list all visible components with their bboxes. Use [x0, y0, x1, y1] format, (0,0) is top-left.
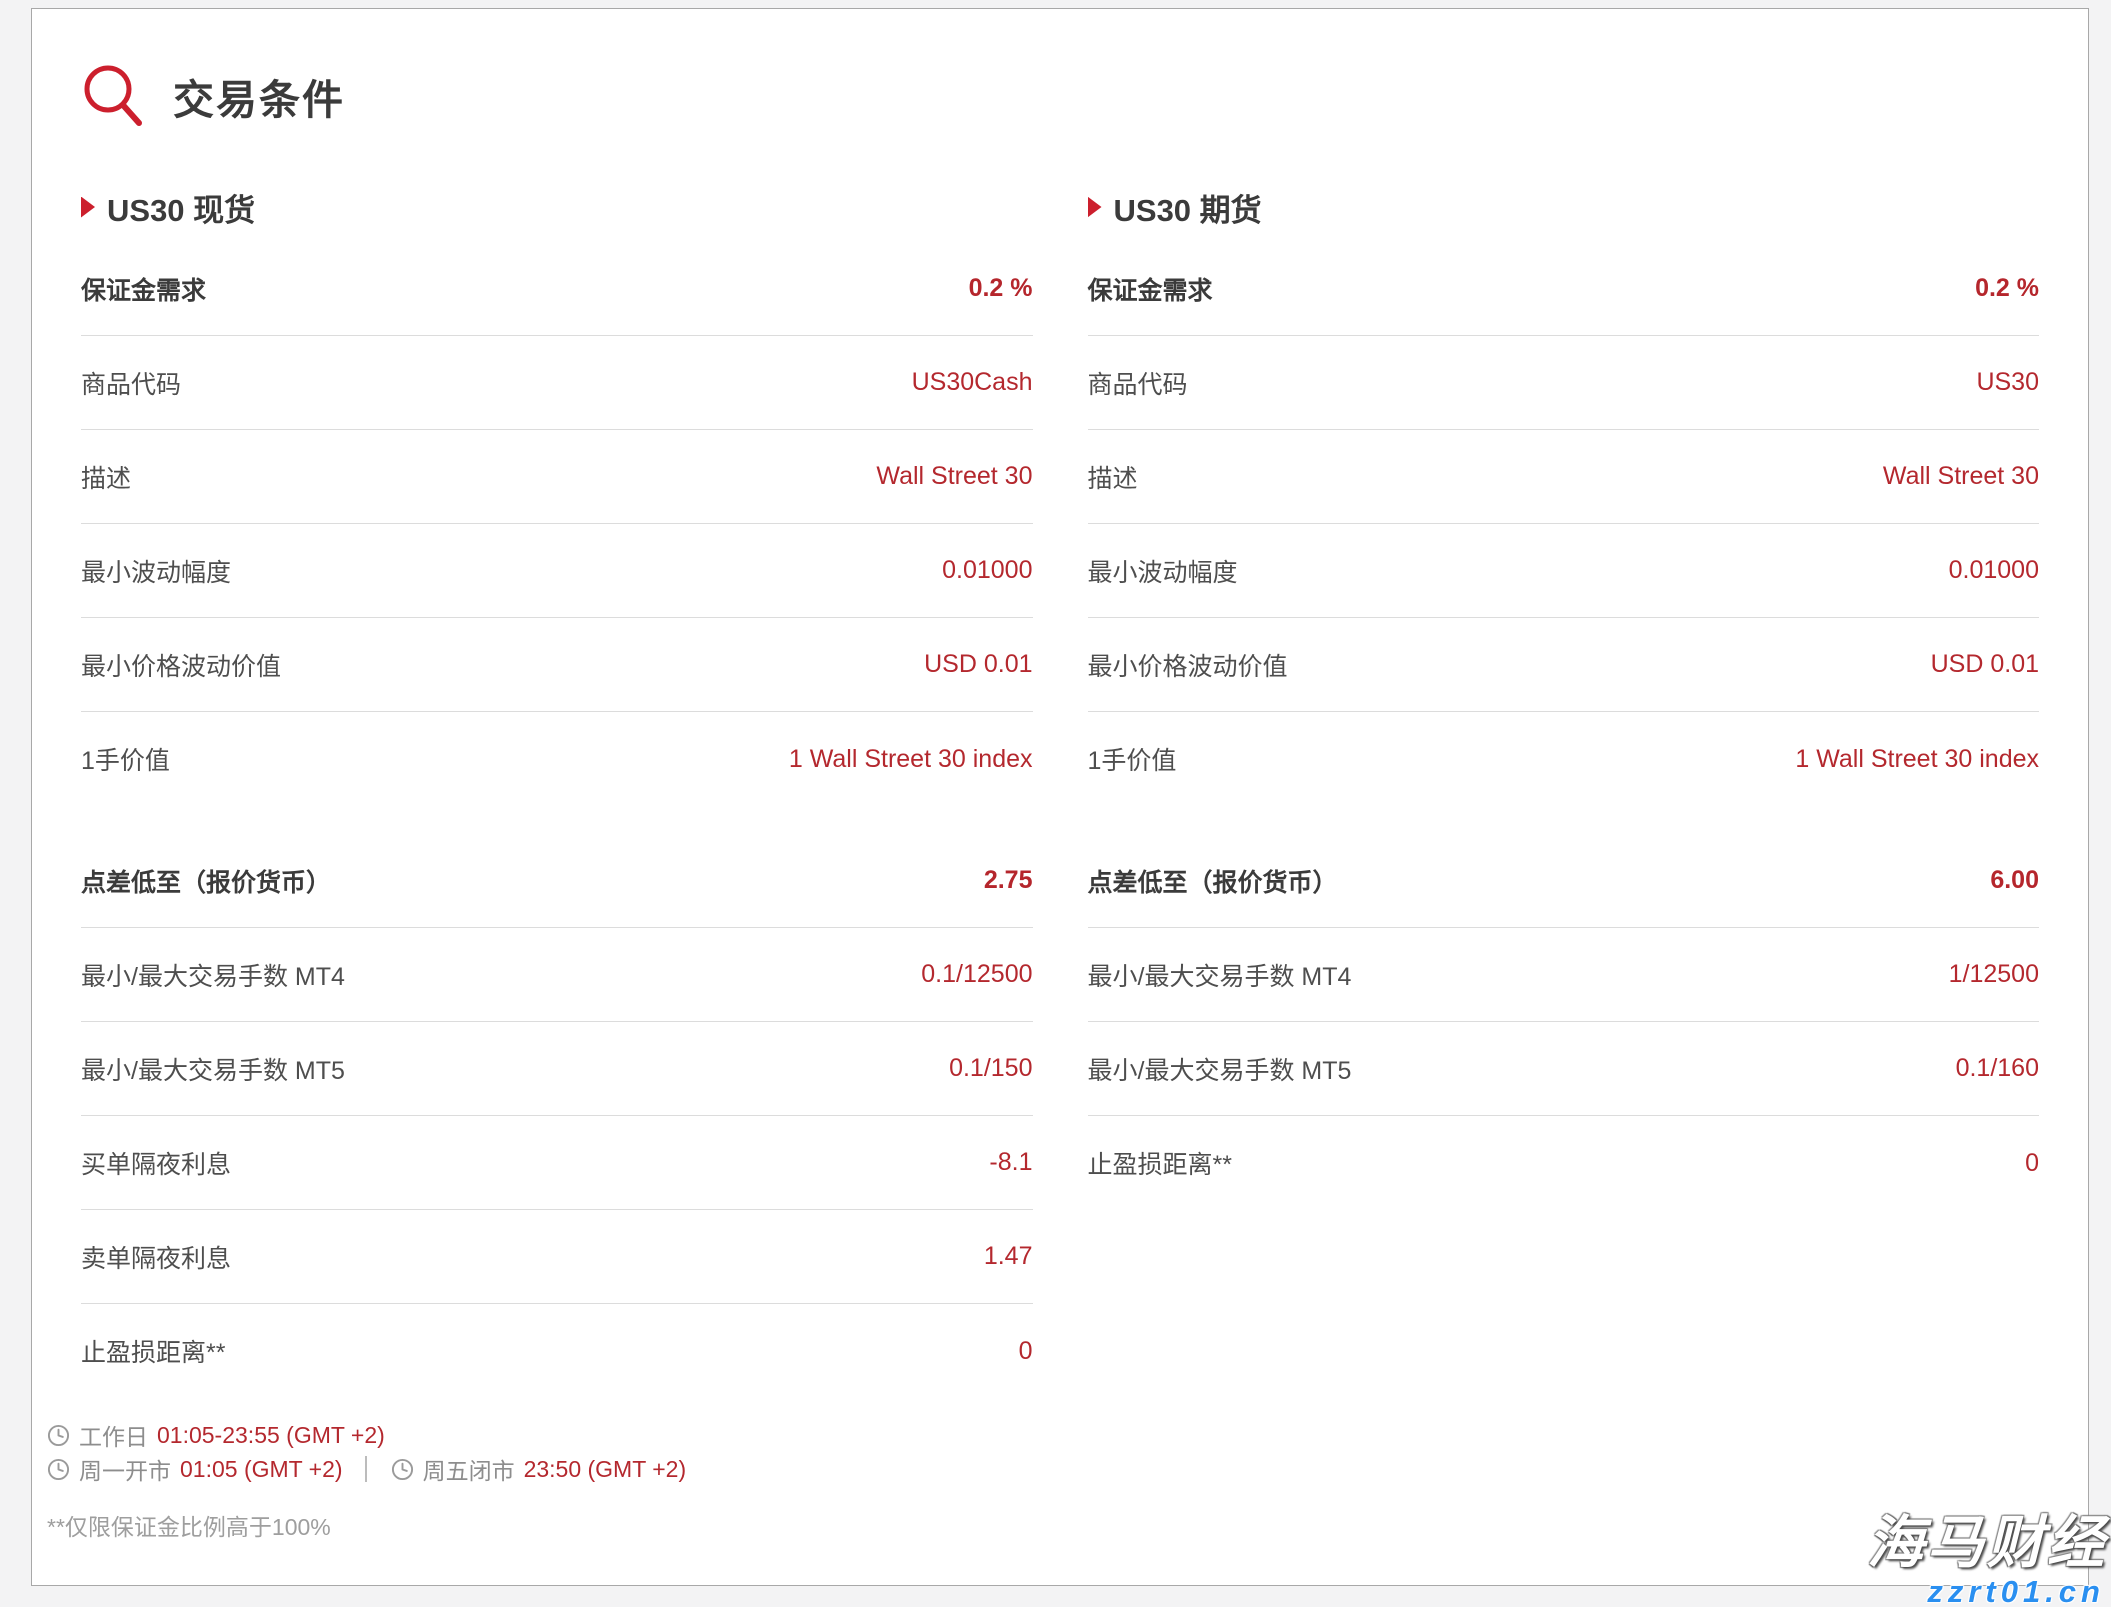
hours-label: 工作日 [79, 1418, 148, 1452]
table-row: 最小波动幅度 0.01000 [81, 524, 1033, 618]
row-label: 1手价值 [81, 741, 170, 777]
row-label: 止盈损距离** [81, 1333, 225, 1369]
search-icon [81, 61, 147, 131]
table-row: 买单隔夜利息 -8.1 [81, 1116, 1033, 1210]
table-row: 止盈损距离** 0 [1088, 1116, 2040, 1210]
row-label: 1手价值 [1088, 741, 1177, 777]
section-header-us30-spot[interactable]: US30 现货 [81, 185, 1033, 229]
row-value: 0 [2025, 1149, 2039, 1178]
row-label: 描述 [81, 459, 131, 495]
row-label: 买单隔夜利息 [81, 1145, 231, 1181]
hours-value: 01:05 (GMT +2) [180, 1456, 343, 1483]
section-header-us30-futures[interactable]: US30 期货 [1088, 185, 2040, 229]
row-value: 0.01000 [942, 556, 1032, 585]
clock-icon [391, 1458, 414, 1481]
row-value: 1 Wall Street 30 index [789, 745, 1033, 774]
table-row: 最小/最大交易手数 MT5 0.1/150 [81, 1022, 1033, 1116]
row-value: 1.47 [984, 1242, 1033, 1271]
trading-hours-line-2: 周一开市 01:05 (GMT +2) 周五闭市 23:50 (GMT +2) [47, 1452, 2088, 1486]
hours-label: 周五闭市 [423, 1452, 515, 1486]
table-row: 最小价格波动价值 USD 0.01 [81, 618, 1033, 712]
table-rows-us30-spot: 保证金需求 0.2 % 商品代码 US30Cash 描述 Wall Street 30 最小… [81, 242, 1033, 1398]
row-value: 0 [1019, 1337, 1033, 1366]
page-background: { "page": { "title": "交易条件" }, "colors":… [0, 0, 2111, 1607]
row-value: 1/12500 [1949, 960, 2039, 989]
row-value: -8.1 [989, 1148, 1032, 1177]
row-label: 止盈损距离** [1088, 1145, 1232, 1181]
table-row: 商品代码 US30Cash [81, 336, 1033, 430]
row-label: 商品代码 [81, 365, 181, 401]
row-value: 0.2 % [969, 274, 1033, 303]
vertical-divider [365, 1456, 367, 1482]
table-row: 最小/最大交易手数 MT4 1/12500 [1088, 928, 2040, 1022]
row-value: 0.01000 [1949, 556, 2039, 585]
table-row: 最小价格波动价值 USD 0.01 [1088, 618, 2040, 712]
row-value: Wall Street 30 [1883, 462, 2039, 491]
content-panel: 交易条件 US30 现货 保证金需求 0.2 % 商品代码 US30Cash 描述 Wal… [31, 8, 2089, 1586]
table-row: 止盈损距离** 0 [81, 1304, 1033, 1398]
table-row: 点差低至（报价货币） 2.75 [81, 834, 1033, 928]
table-rows-us30-futures: 保证金需求 0.2 % 商品代码 US30 描述 Wall Street 30 最小波动幅度… [1088, 242, 2040, 1210]
tables-grid: US30 现货 保证金需求 0.2 % 商品代码 US30Cash 描述 Wall Str… [81, 185, 2039, 1398]
clock-icon [47, 1458, 70, 1481]
row-label: 保证金需求 [1088, 271, 1213, 307]
row-value: Wall Street 30 [876, 462, 1032, 491]
table-row: 卖单隔夜利息 1.47 [81, 1210, 1033, 1304]
table-row: 最小/最大交易手数 MT5 0.1/160 [1088, 1022, 2040, 1116]
hours-value: 23:50 (GMT +2) [524, 1456, 687, 1483]
row-value: 0.1/150 [949, 1054, 1032, 1083]
page-title: 交易条件 [173, 66, 345, 126]
row-label: 最小/最大交易手数 MT4 [1088, 957, 1352, 993]
row-label: 最小波动幅度 [81, 553, 231, 589]
row-value: 6.00 [1990, 866, 2039, 895]
row-value: 0.1/12500 [921, 960, 1032, 989]
table-row: 点差低至（报价货币） 6.00 [1088, 834, 2040, 928]
table-row: 最小/最大交易手数 MT4 0.1/12500 [81, 928, 1033, 1022]
row-value: US30 [1976, 368, 2039, 397]
table-row: 描述 Wall Street 30 [1088, 430, 2040, 524]
table-row: 保证金需求 0.2 % [81, 242, 1033, 336]
row-label: 商品代码 [1088, 365, 1188, 401]
trading-hours-line-1: 工作日 01:05-23:55 (GMT +2) [47, 1418, 2088, 1452]
row-label: 描述 [1088, 459, 1138, 495]
table-row: 描述 Wall Street 30 [81, 430, 1033, 524]
row-value: 0.1/160 [1956, 1054, 2039, 1083]
section-title-label: US30 期货 [1114, 185, 1262, 230]
row-value: 1 Wall Street 30 index [1795, 745, 2039, 774]
row-value: 2.75 [984, 866, 1033, 895]
row-label: 最小/最大交易手数 MT5 [1088, 1051, 1352, 1087]
arrow-right-icon [1088, 197, 1102, 218]
trading-hours-footer: 工作日 01:05-23:55 (GMT +2) 周一开市 01:05 (GMT… [47, 1418, 2088, 1542]
row-value: USD 0.01 [1931, 650, 2039, 679]
table-row: 保证金需求 0.2 % [1088, 242, 2040, 336]
table-row: 1手价值 1 Wall Street 30 index [81, 712, 1033, 806]
hours-value: 01:05-23:55 (GMT +2) [157, 1422, 385, 1449]
clock-icon [47, 1424, 70, 1447]
row-label: 点差低至（报价货币） [1088, 863, 1338, 899]
row-value: 0.2 % [1975, 274, 2039, 303]
section-title-label: US30 现货 [107, 185, 255, 230]
row-label: 最小波动幅度 [1088, 553, 1238, 589]
row-label: 点差低至（报价货币） [81, 863, 331, 899]
margin-note: **仅限保证金比例高于100% [47, 1508, 2088, 1542]
table-us30-spot: US30 现货 保证金需求 0.2 % 商品代码 US30Cash 描述 Wall Str… [81, 185, 1033, 1398]
row-label: 卖单隔夜利息 [81, 1239, 231, 1275]
page-header: 交易条件 [81, 61, 2088, 131]
row-label: 最小价格波动价值 [1088, 647, 1288, 683]
table-row: 最小波动幅度 0.01000 [1088, 524, 2040, 618]
row-label: 保证金需求 [81, 271, 206, 307]
row-label: 最小/最大交易手数 MT5 [81, 1051, 345, 1087]
arrow-right-icon [81, 197, 95, 218]
hours-label: 周一开市 [79, 1452, 171, 1486]
table-us30-futures: US30 期货 保证金需求 0.2 % 商品代码 US30 描述 Wall Street … [1088, 185, 2040, 1210]
table-row: 商品代码 US30 [1088, 336, 2040, 430]
table-row: 1手价值 1 Wall Street 30 index [1088, 712, 2040, 806]
row-value: USD 0.01 [924, 650, 1032, 679]
row-label: 最小价格波动价值 [81, 647, 281, 683]
row-value: US30Cash [912, 368, 1033, 397]
row-label: 最小/最大交易手数 MT4 [81, 957, 345, 993]
